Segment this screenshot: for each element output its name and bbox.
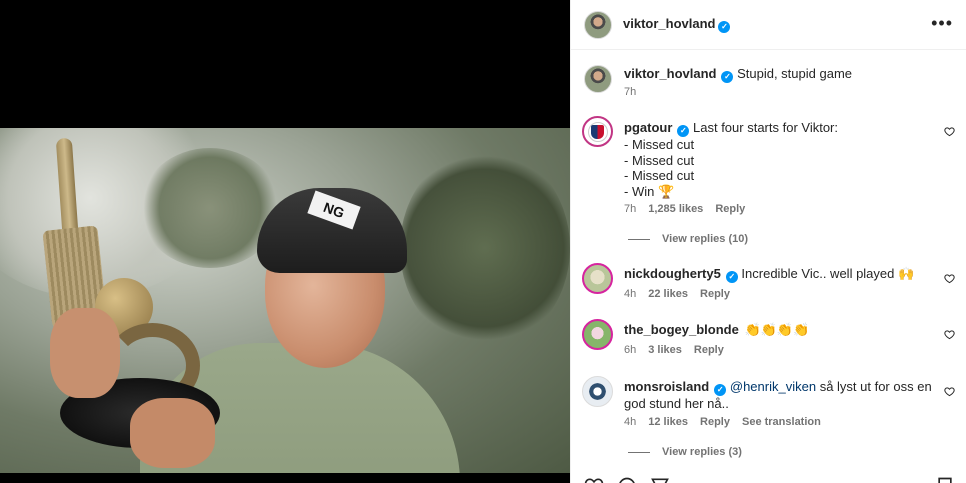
commenter-avatar[interactable]	[582, 376, 613, 407]
caption-text-row: viktor_hovland ✓ Stupid, stupid game	[624, 66, 934, 83]
like-icon[interactable]	[584, 476, 604, 483]
post-header: viktor_hovland ✓ •••	[571, 0, 966, 50]
verified-badge-icon: ✓	[718, 21, 731, 33]
comment-text: nickdougherty5 ✓ Incredible Vic.. well pl…	[624, 266, 934, 283]
comment-line: - Missed cut	[624, 137, 695, 152]
heart-outline-icon[interactable]	[944, 126, 955, 137]
verified-badge-icon: ✓	[677, 125, 690, 137]
replies-line	[628, 451, 650, 453]
post-sidebar: viktor_hovland ✓ ••• viktor_hovland ✓ Stup…	[570, 0, 966, 483]
share-icon[interactable]	[650, 476, 670, 483]
pga-logo-icon	[587, 121, 608, 142]
view-replies-button[interactable]: View replies (10)	[628, 233, 748, 245]
view-replies-button[interactable]: View replies (3)	[628, 446, 742, 458]
comment-username[interactable]: the_bogey_blonde	[624, 322, 739, 337]
verified-badge-icon: ✓	[725, 271, 738, 283]
comment-text: pgatour ✓ Last four starts for Viktor: - …	[624, 120, 934, 199]
author-username[interactable]: viktor_hovland	[623, 16, 715, 31]
comment-line: - Missed cut	[624, 168, 695, 183]
heart-outline-icon[interactable]	[944, 329, 955, 340]
verified-badge-icon: ✓	[714, 384, 727, 396]
comment-mention[interactable]: @henrik_viken	[730, 379, 816, 394]
comment-username[interactable]: monsroisland	[624, 379, 709, 394]
comment-line: - Win 🏆	[624, 183, 675, 199]
author-avatar[interactable]	[584, 11, 612, 39]
comment-likes[interactable]: 3 likes	[648, 344, 682, 356]
comment-body: 👏👏👏👏	[744, 322, 810, 337]
caption-time[interactable]: 7h	[624, 86, 636, 98]
comment-line: - Missed cut	[624, 152, 695, 168]
comment-body: Incredible Vic.. well played 🙌	[741, 266, 915, 281]
action-bar	[571, 470, 966, 483]
comment-time[interactable]: 4h	[624, 416, 636, 428]
comment-likes[interactable]: 12 likes	[648, 416, 688, 428]
comment-text: the_bogey_blonde 👏👏👏👏	[624, 322, 934, 338]
heart-outline-icon[interactable]	[944, 273, 955, 284]
verified-badge-icon: ✓	[721, 71, 734, 83]
more-options-icon[interactable]: •••	[931, 14, 953, 32]
comment-text: monsroisland ✓ @henrik_viken så lyst ut f…	[624, 379, 934, 412]
comment-time[interactable]: 4h	[624, 288, 636, 300]
comment-line: Last four starts for Viktor:	[693, 120, 838, 135]
replies-line	[628, 238, 650, 240]
post-photo[interactable]: NG	[0, 128, 570, 473]
view-replies-label: View replies (3)	[662, 446, 742, 458]
comment-icon[interactable]	[617, 476, 637, 483]
author-avatar[interactable]	[584, 65, 612, 93]
reply-button[interactable]: Reply	[694, 344, 724, 356]
comment-meta: 7h 1,285 likes Reply	[624, 203, 745, 215]
comment-likes[interactable]: 22 likes	[648, 288, 688, 300]
caption-text: Stupid, stupid game	[737, 66, 852, 81]
post-media: NG	[0, 0, 570, 483]
commenter-avatar[interactable]	[582, 319, 613, 350]
comment-meta: 6h 3 likes Reply	[624, 344, 724, 356]
comment-time[interactable]: 6h	[624, 344, 636, 356]
commenter-avatar[interactable]	[582, 116, 613, 147]
commenter-avatar[interactable]	[582, 263, 613, 294]
reply-button[interactable]: Reply	[700, 288, 730, 300]
comment-username[interactable]: nickdougherty5	[624, 266, 721, 281]
caption-username[interactable]: viktor_hovland	[624, 66, 716, 81]
author-username-row: viktor_hovland ✓	[623, 16, 731, 33]
reply-button[interactable]: Reply	[715, 203, 745, 215]
caption-meta: 7h	[624, 86, 636, 98]
comment-likes[interactable]: 1,285 likes	[648, 203, 703, 215]
reply-button[interactable]: Reply	[700, 416, 730, 428]
view-replies-label: View replies (10)	[662, 233, 749, 245]
comment-time[interactable]: 7h	[624, 203, 636, 215]
photo-bokeh	[400, 148, 570, 348]
photo-hand	[130, 398, 215, 468]
comment-meta: 4h 22 likes Reply	[624, 288, 730, 300]
pga-shield-icon	[591, 124, 604, 139]
save-icon[interactable]	[935, 476, 955, 483]
photo-hand	[50, 308, 120, 398]
comment-meta: 4h 12 likes Reply See translation	[624, 416, 821, 428]
comment-username[interactable]: pgatour	[624, 120, 672, 135]
see-translation-button[interactable]: See translation	[742, 416, 821, 428]
heart-outline-icon[interactable]	[944, 386, 955, 397]
